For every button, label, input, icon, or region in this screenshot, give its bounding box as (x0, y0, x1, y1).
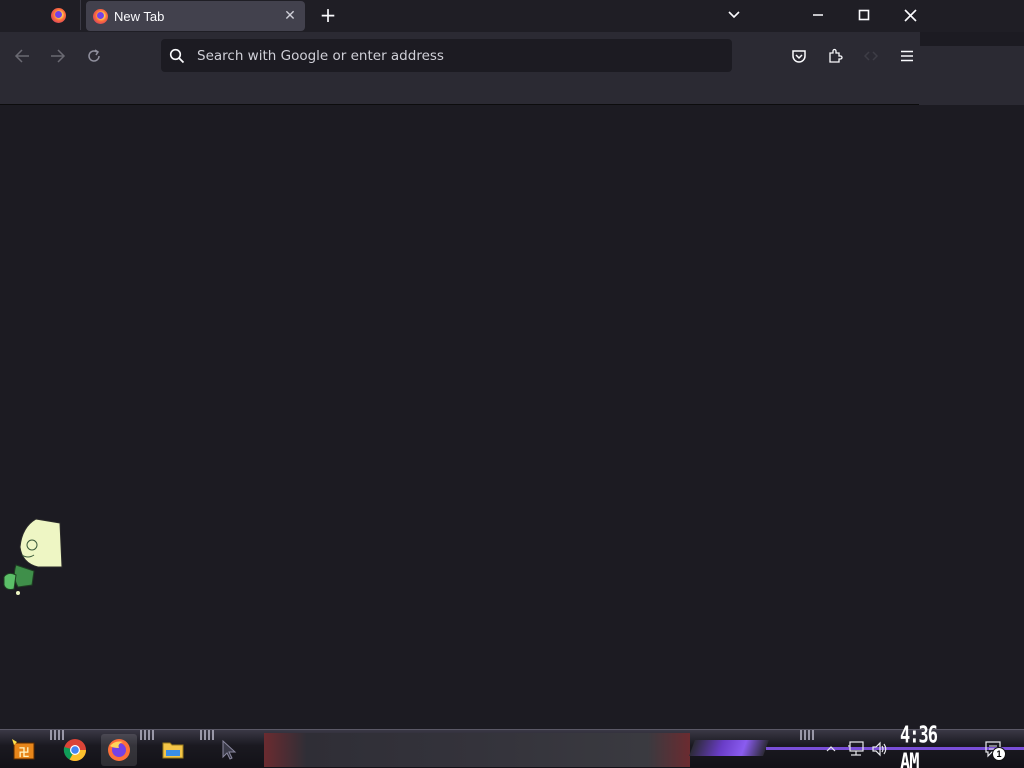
taskbar-decoration (140, 730, 154, 740)
tab-strip: New Tab ✕ + (0, 0, 1024, 32)
navigation-toolbar (0, 32, 920, 105)
hidden-toolbar-button[interactable] (858, 43, 884, 69)
forward-button[interactable] (45, 43, 71, 69)
tab-new-tab[interactable]: New Tab ✕ (86, 1, 305, 31)
taskbar-decoration (689, 740, 769, 756)
app-menu-button[interactable] (894, 43, 920, 69)
list-all-tabs-button[interactable] (722, 3, 746, 27)
tab-title: New Tab (114, 8, 165, 24)
extensions-button[interactable] (822, 43, 848, 69)
forward-arrow-icon (51, 49, 66, 63)
address-bar[interactable] (161, 39, 732, 72)
address-input[interactable] (195, 46, 719, 65)
notification-count-badge: 1 (992, 747, 1006, 761)
taskbar-cursor-app[interactable] (212, 734, 248, 766)
reload-button[interactable] (81, 43, 107, 69)
desktop-mascot (3, 518, 63, 595)
start-icon: 卍 (12, 739, 35, 760)
pocket-icon (792, 50, 806, 63)
close-tab-button[interactable]: ✕ (280, 6, 300, 26)
reload-icon (88, 49, 100, 62)
minimize-icon (813, 14, 823, 16)
close-icon (903, 8, 917, 22)
firefox-icon (50, 7, 66, 23)
new-tab-page (0, 105, 1024, 729)
pinned-tab[interactable] (36, 0, 81, 30)
cursor-icon (222, 739, 237, 760)
app-menu-icon (901, 50, 913, 62)
speaker-icon (872, 741, 887, 757)
file-explorer-icon (162, 742, 184, 759)
extensions-icon (829, 48, 843, 63)
network-icon (848, 741, 864, 756)
search-icon (169, 48, 185, 63)
show-hidden-icons-button[interactable] (824, 738, 838, 760)
network-tray-button[interactable] (846, 738, 866, 760)
taskbar-firefox[interactable] (101, 734, 137, 766)
maximize-button[interactable] (841, 0, 887, 30)
taskbar-file-explorer[interactable] (155, 734, 191, 766)
svg-text:卍: 卍 (19, 746, 30, 759)
desktop-screen: New Tab ✕ + Search with Google or enter … (0, 0, 1024, 768)
firefox-icon (93, 8, 108, 24)
minimize-button[interactable] (795, 0, 841, 30)
start-button[interactable]: 卍 (6, 734, 42, 766)
volume-tray-button[interactable] (870, 738, 890, 760)
arrows-icon (863, 51, 879, 61)
save-to-pocket-button[interactable] (786, 43, 812, 69)
taskbar-window-preview[interactable] (264, 733, 690, 767)
close-window-button[interactable] (887, 0, 933, 30)
taskbar: 卍 4:36 AM 1 (0, 722, 1024, 768)
new-tab-button[interactable]: + (316, 3, 340, 27)
taskbar-decoration (800, 730, 814, 740)
chevron-up-icon (826, 746, 836, 752)
back-button[interactable] (9, 43, 35, 69)
chrome-icon (63, 739, 86, 761)
chevron-down-icon (728, 11, 740, 19)
back-arrow-icon (14, 49, 29, 63)
taskbar-clock[interactable]: 4:36 AM (900, 722, 962, 768)
taskbar-chrome[interactable] (57, 734, 93, 766)
maximize-icon (858, 9, 870, 21)
firefox-icon (108, 739, 130, 761)
window-controls (795, 0, 933, 32)
